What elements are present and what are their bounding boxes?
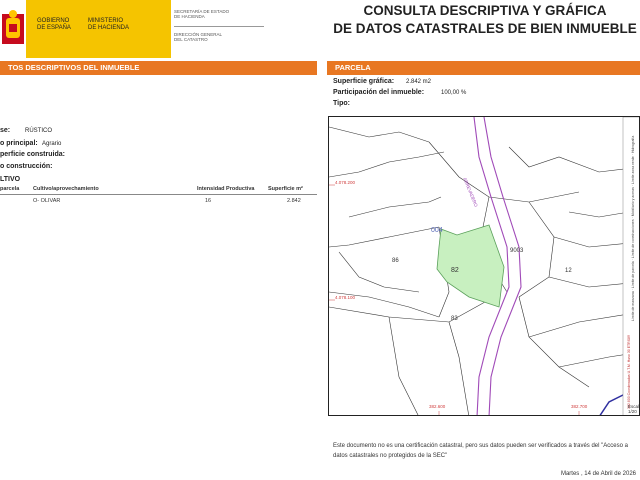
legend-mobiliario: Mobiliario y aceras [631, 187, 635, 217]
superficie-grafica-value: 2.842 m2 [406, 79, 432, 85]
disclaimer-note: Este documento no es una certificación c… [333, 443, 628, 459]
header-divider [174, 26, 264, 27]
participacion-value: 100,00 % [441, 90, 467, 96]
map-coord-reference: 382.600 Coordenadas U.T.M. Huso 30 ETRS8… [627, 335, 631, 409]
cadastral-map[interactable]: 004 82 86 83 9003 12 ABREVADERO 4.078.20… [328, 116, 640, 416]
table-header-intensidad: Intensidad Productiva [197, 186, 255, 192]
legend-zona-verde: Límite zona verde [631, 156, 635, 184]
construccion-label: o construcción: [0, 163, 53, 170]
direccion-label: DIRECCIÓN GENERAL DEL CATASTRO [174, 32, 223, 42]
coord-label-y2: 4.078.100 [335, 295, 356, 300]
legend-manzana: Límite de manzana [631, 291, 635, 321]
coord-label-x2: 382.700 [571, 404, 588, 409]
cultivo-title: LTIVO [0, 176, 21, 183]
page-title: CONSULTA DESCRIPTIVA Y GRÁFICA DE DATOS … [333, 3, 637, 36]
scale-label: Escal 1/20 [628, 404, 640, 414]
parcel-id-label: 004 [431, 227, 443, 234]
clase-label: se: [0, 127, 11, 134]
map-legend: Límite de manzana · Límite de parcela · … [631, 135, 635, 321]
table-divider [0, 194, 317, 195]
table-header-cultivo: Cultivo/aprovechamiento [33, 186, 99, 192]
uso-label: o principal: [0, 140, 38, 147]
coord-label-y1: 4.078.200 [335, 180, 356, 185]
table-cell-superficie: 2.842 [287, 198, 301, 204]
parcel-number-label: 82 [451, 267, 459, 274]
superficie-construida-label: perficie construida: [0, 151, 65, 158]
uso-value: Agrario [42, 141, 62, 147]
map-label-86: 86 [392, 258, 399, 264]
participacion-label: Participación del inmueble: [333, 89, 425, 96]
ministerio-label: MINISTERIO DE HACIENDA [88, 18, 130, 31]
table-cell-cultivo: O- OLIVAR [33, 198, 61, 204]
tipo-label: Tipo: [333, 100, 350, 107]
parcela-section-bar: PARCELA [327, 61, 640, 75]
coord-label-x1: 382.600 [429, 404, 446, 409]
legend-construcciones: Límite de construcciones [631, 219, 635, 259]
map-label-83: 83 [451, 316, 458, 322]
descriptive-data-section-bar: TOS DESCRIPTIVOS DEL INMUEBLE [0, 61, 317, 75]
table-cell-intensidad: 16 [205, 198, 212, 204]
table-header-superficie: Superficie m² [268, 186, 303, 192]
legend-hidrografia: Hidrografía [631, 135, 635, 153]
document-date: Martes , 14 de Abril de 2026 [560, 471, 636, 477]
table-header-parcela: parcela [0, 186, 20, 192]
spain-coat-of-arms-icon [0, 6, 26, 50]
selected-parcel[interactable] [436, 224, 505, 308]
cadastral-map-svg [329, 117, 639, 415]
gobierno-label: GOBIERNO DE ESPAÑA [37, 18, 71, 31]
map-label-9003: 9003 [510, 248, 524, 254]
legend-parcela: Límite de parcela [631, 261, 635, 289]
clase-value: RÚSTICO [25, 128, 52, 134]
secretaria-label: SECRETARÍA DE ESTADO DE HACIENDA [174, 9, 230, 19]
superficie-grafica-label: Superficie gráfica: [333, 78, 395, 85]
map-label-12: 12 [565, 268, 572, 274]
